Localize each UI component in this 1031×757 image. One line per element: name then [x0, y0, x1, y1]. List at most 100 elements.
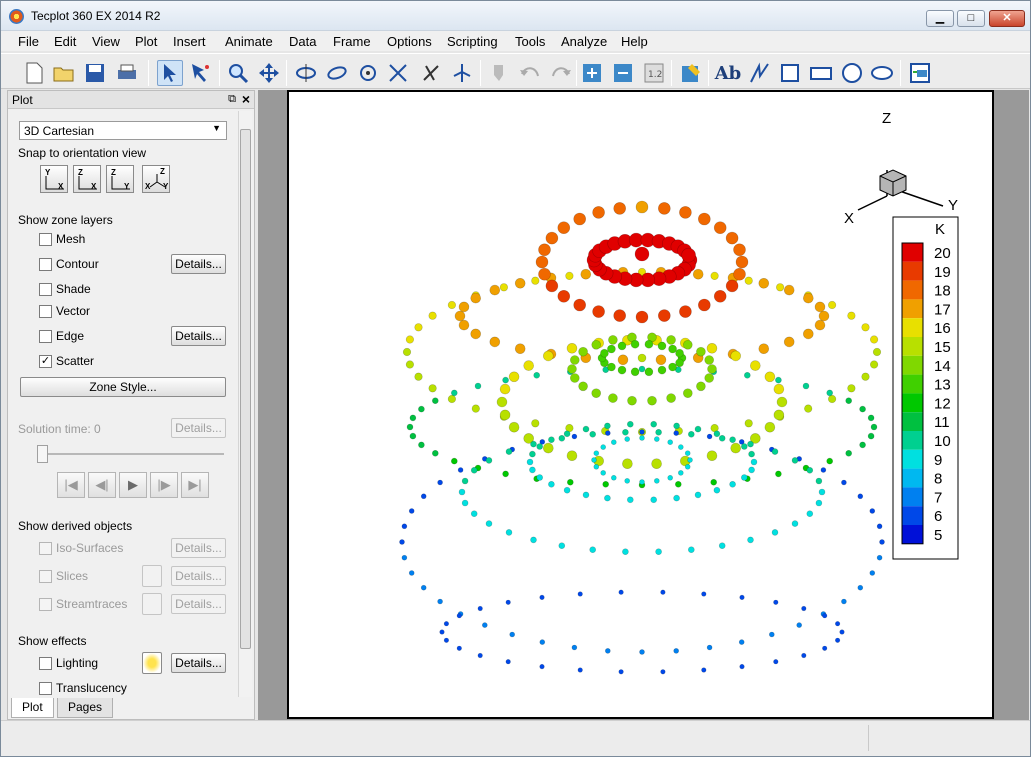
- sidebar-scrollbar[interactable]: [238, 111, 252, 697]
- sidebar-scroll-thumb[interactable]: [240, 129, 251, 649]
- menu-edit[interactable]: Edit: [54, 34, 76, 49]
- rotate-3d-icon[interactable]: [385, 60, 411, 86]
- rotate-z-icon[interactable]: [355, 60, 381, 86]
- tab-plot[interactable]: Plot: [11, 698, 54, 718]
- last-frame-icon[interactable]: ▶|: [181, 472, 209, 498]
- streamtraces-details-button[interactable]: Details...: [171, 594, 226, 614]
- translucency-checkbox[interactable]: [39, 682, 52, 695]
- text-icon[interactable]: Ab: [715, 60, 742, 86]
- scatter-point: [861, 372, 870, 381]
- contour-legend[interactable]: K 20 19 1817 16 15 14 1312 11 10 9 87 6 5: [892, 216, 959, 560]
- polyline-icon[interactable]: [746, 60, 772, 86]
- menu-scripting[interactable]: Scripting: [447, 34, 498, 49]
- zone-style-button[interactable]: Zone Style...: [20, 377, 226, 397]
- frame-icon[interactable]: [907, 60, 933, 86]
- edge-checkbox[interactable]: [39, 330, 52, 343]
- iso-surfaces-details-button[interactable]: Details...: [171, 538, 226, 558]
- shade-checkbox[interactable]: [39, 283, 52, 296]
- lighting-checkbox[interactable]: [39, 657, 52, 670]
- new-layout-icon[interactable]: [21, 60, 47, 86]
- maximize-button[interactable]: □: [957, 10, 985, 27]
- rotate-x-icon[interactable]: [293, 60, 319, 86]
- lighting-details-button[interactable]: Details...: [171, 653, 226, 673]
- light-source-icon[interactable]: [142, 652, 162, 674]
- slices-checkbox[interactable]: [39, 570, 52, 583]
- scatter-point: [428, 384, 437, 393]
- snap-label: Snap to orientation view: [18, 146, 147, 160]
- vector-checkbox[interactable]: [39, 305, 52, 318]
- orient-x-icon[interactable]: [418, 60, 444, 86]
- probe-icon[interactable]: [486, 60, 512, 86]
- scatter-point: [879, 539, 885, 545]
- menu-file[interactable]: File: [18, 34, 39, 49]
- step-forward-icon[interactable]: |▶: [150, 472, 178, 498]
- ellipse-icon[interactable]: [869, 60, 895, 86]
- orient-3d-button[interactable]: ZXY: [142, 165, 170, 193]
- step-back-icon[interactable]: ◀|: [88, 472, 116, 498]
- rectangle-icon[interactable]: [808, 60, 834, 86]
- redo-icon[interactable]: [548, 60, 574, 86]
- add-zone-icon[interactable]: [579, 60, 605, 86]
- plot-frame[interactable]: Z X Y K 20 19 18 17 16 15 14 13 12 11 10 9 8 7 6 5: [287, 90, 994, 719]
- menu-tools[interactable]: Tools: [515, 34, 545, 49]
- menu-options[interactable]: Options: [387, 34, 432, 49]
- scatter-point: [618, 589, 624, 595]
- zoom-icon[interactable]: [225, 60, 251, 86]
- tab-pages[interactable]: Pages: [57, 698, 114, 718]
- iso-surfaces-checkbox[interactable]: [39, 542, 52, 555]
- remove-zone-icon[interactable]: [610, 60, 636, 86]
- menu-animate[interactable]: Animate: [225, 34, 273, 49]
- menu-data[interactable]: Data: [289, 34, 316, 49]
- menu-help[interactable]: Help: [621, 34, 648, 49]
- slices-details-button[interactable]: Details...: [171, 566, 226, 586]
- save-icon[interactable]: [82, 60, 108, 86]
- menu-view[interactable]: View: [92, 34, 120, 49]
- streamtraces-checkbox[interactable]: [39, 598, 52, 611]
- float-panel-icon[interactable]: ⧉: [228, 93, 236, 106]
- legend-label: 8: [934, 471, 942, 488]
- rotate-y-icon[interactable]: [324, 60, 350, 86]
- minimize-button[interactable]: ▁: [926, 10, 954, 27]
- menu-analyze[interactable]: Analyze: [561, 34, 607, 49]
- translate-icon[interactable]: [256, 60, 282, 86]
- legend-swatch: [902, 280, 923, 300]
- scatter-point: [635, 200, 649, 214]
- scatter-points: [399, 200, 885, 675]
- close-panel-icon[interactable]: ×: [242, 91, 250, 107]
- solution-time-slider[interactable]: [37, 445, 48, 463]
- orient-xz-button[interactable]: ZX: [73, 165, 101, 193]
- orient-yz-button[interactable]: ZY: [106, 165, 134, 193]
- slice-tool-icon[interactable]: [142, 565, 162, 587]
- square-icon[interactable]: [777, 60, 803, 86]
- undo-icon[interactable]: [517, 60, 543, 86]
- open-icon[interactable]: [51, 60, 77, 86]
- menu-plot[interactable]: Plot: [135, 34, 157, 49]
- scatter-point: [675, 348, 684, 358]
- legend-label: 15: [934, 339, 951, 356]
- scatter-checkbox[interactable]: ✓: [39, 355, 52, 368]
- orient-xy-button[interactable]: YX: [40, 165, 68, 193]
- selector-icon[interactable]: [157, 60, 183, 86]
- plot-type-select[interactable]: 3D Cartesian ▼: [19, 121, 227, 140]
- scatter-point: [637, 353, 647, 363]
- adjustor-icon[interactable]: [188, 60, 214, 86]
- menu-frame[interactable]: Frame: [333, 34, 371, 49]
- first-frame-icon[interactable]: |◀: [57, 472, 85, 498]
- menu-insert[interactable]: Insert: [173, 34, 206, 49]
- play-icon[interactable]: ▶: [119, 472, 147, 498]
- mesh-checkbox[interactable]: [39, 233, 52, 246]
- orient-y-icon[interactable]: [449, 60, 475, 86]
- contour-checkbox[interactable]: [39, 258, 52, 271]
- edge-details-button[interactable]: Details...: [171, 326, 226, 346]
- scatter-point: [451, 389, 458, 397]
- field-icon[interactable]: 1.2: [641, 60, 667, 86]
- circle-icon[interactable]: [839, 60, 865, 86]
- solution-time-details-button[interactable]: Details...: [171, 418, 226, 438]
- slice-icon[interactable]: [678, 60, 704, 86]
- streamtrace-tool-icon[interactable]: [142, 593, 162, 615]
- close-button[interactable]: ✕: [989, 10, 1025, 27]
- scatter-plot-canvas[interactable]: Z X Y K 20 19 1817 16 15 14 1312 11 10 9 87 6 5: [289, 92, 992, 717]
- print-icon[interactable]: [114, 60, 140, 86]
- scatter-point: [538, 243, 551, 257]
- contour-details-button[interactable]: Details...: [171, 254, 226, 274]
